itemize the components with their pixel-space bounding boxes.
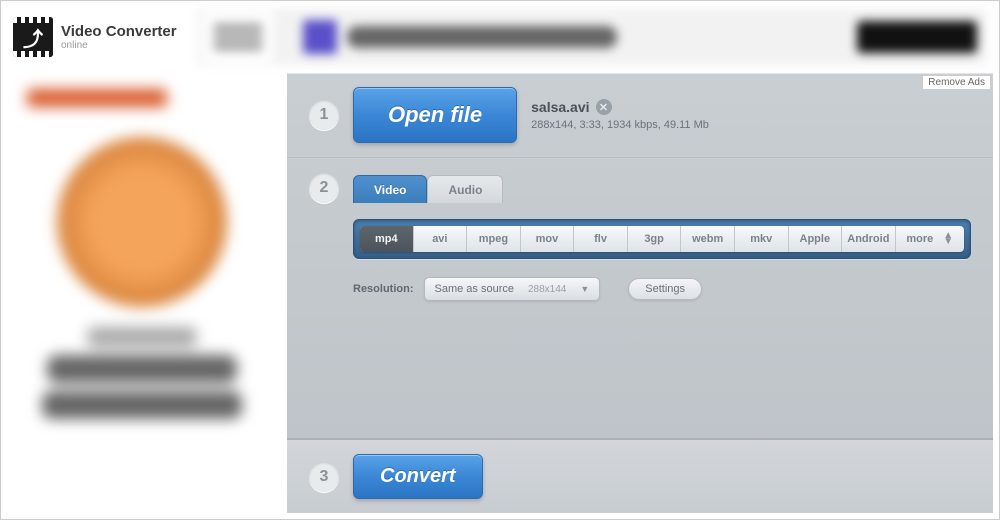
- format-mov[interactable]: mov: [521, 226, 575, 252]
- app-title: Video Converter: [61, 23, 177, 40]
- step-number-3: 3: [309, 462, 339, 492]
- format-more-label: more: [906, 233, 933, 245]
- sidebar-ad[interactable]: [7, 73, 277, 513]
- resolution-label: Resolution:: [353, 283, 414, 295]
- top-banner-ad[interactable]: [197, 9, 987, 65]
- convert-button[interactable]: Convert: [353, 454, 483, 499]
- step-3: 3 Convert: [287, 438, 993, 513]
- updown-icon: ▲▼: [943, 233, 953, 245]
- file-info: salsa.avi ✕ 288x144, 3:33, 1934 kbps, 49…: [531, 99, 709, 131]
- step-number-2: 2: [309, 173, 339, 203]
- app-subtitle: online: [61, 40, 177, 51]
- app-logo[interactable]: ⤴ Video Converter online: [13, 17, 177, 57]
- header: ⤴ Video Converter online: [1, 1, 999, 73]
- format-bar: mp4 avi mpeg mov flv 3gp webm mkv Apple …: [353, 219, 971, 259]
- step-number-1: 1: [309, 100, 339, 130]
- format-more[interactable]: more ▲▼: [896, 226, 964, 252]
- tab-video[interactable]: Video: [353, 175, 427, 203]
- format-avi[interactable]: avi: [414, 226, 468, 252]
- format-3gp[interactable]: 3gp: [628, 226, 682, 252]
- format-mpeg[interactable]: mpeg: [467, 226, 521, 252]
- settings-button[interactable]: Settings: [628, 278, 702, 300]
- film-reel-icon: ⤴: [13, 17, 53, 57]
- remove-ads-button[interactable]: Remove Ads: [922, 75, 991, 90]
- format-apple[interactable]: Apple: [789, 226, 843, 252]
- step-2: 2 Video Audio: [287, 159, 993, 203]
- resolution-value: Same as source: [435, 283, 514, 295]
- resolution-dropdown[interactable]: Same as source 288x144 ▼: [424, 277, 601, 301]
- remove-file-icon[interactable]: ✕: [596, 99, 612, 115]
- format-webm[interactable]: webm: [681, 226, 735, 252]
- format-flv[interactable]: flv: [574, 226, 628, 252]
- format-mkv[interactable]: mkv: [735, 226, 789, 252]
- resolution-dim: 288x144: [528, 284, 566, 295]
- chevron-down-icon: ▼: [580, 284, 589, 294]
- format-android[interactable]: Android: [842, 226, 896, 252]
- tab-audio[interactable]: Audio: [427, 175, 503, 203]
- file-meta: 288x144, 3:33, 1934 kbps, 49.11 Mb: [531, 119, 709, 131]
- main-panel: 1 Open file salsa.avi ✕ 288x144, 3:33, 1…: [287, 73, 993, 513]
- format-mp4[interactable]: mp4: [360, 226, 414, 252]
- open-file-button[interactable]: Open file: [353, 87, 517, 143]
- file-name-label: salsa.avi: [531, 99, 589, 115]
- step-1: 1 Open file salsa.avi ✕ 288x144, 3:33, 1…: [287, 73, 993, 157]
